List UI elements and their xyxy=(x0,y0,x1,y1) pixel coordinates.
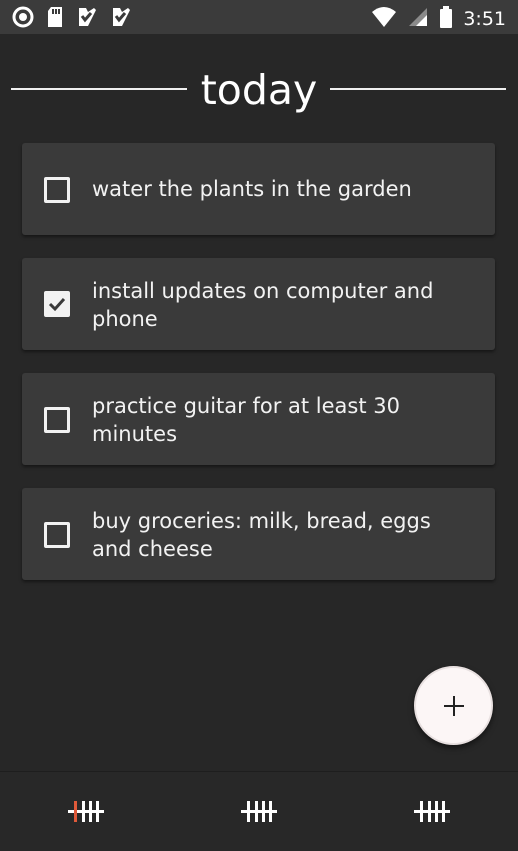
wifi-icon xyxy=(371,6,397,32)
task-text: buy groceries: milk, bread, eggs and che… xyxy=(92,509,431,561)
status-bar: 3:51 xyxy=(0,0,518,34)
bottom-nav xyxy=(0,771,518,851)
task-text: water the plants in the garden xyxy=(92,177,412,201)
task-checkbox[interactable] xyxy=(44,522,70,548)
header-divider-right xyxy=(330,88,506,90)
check-icon xyxy=(48,297,66,312)
task-checkbox[interactable] xyxy=(44,407,70,433)
task-text: practice guitar for at least 30 minutes xyxy=(92,394,400,446)
task-card[interactable]: water the plants in the garden xyxy=(22,143,495,235)
sd-card-icon xyxy=(46,6,64,32)
add-task-button[interactable] xyxy=(414,666,493,745)
circle-notification-icon xyxy=(12,6,34,32)
battery-icon xyxy=(439,6,453,32)
task-text: install updates on computer and phone xyxy=(92,279,434,331)
status-bar-time: 3:51 xyxy=(463,8,506,30)
task-card[interactable]: buy groceries: milk, bread, eggs and che… xyxy=(22,488,495,580)
tally-icon xyxy=(68,801,104,822)
app-check-icon xyxy=(110,6,132,32)
nav-item-2[interactable] xyxy=(239,794,279,830)
header: today xyxy=(0,60,518,120)
task-checkbox[interactable] xyxy=(44,177,70,203)
task-card[interactable]: practice guitar for at least 30 minutes xyxy=(22,373,495,465)
tally-icon xyxy=(414,801,450,822)
page-title: today xyxy=(200,66,318,114)
nav-item-3[interactable] xyxy=(412,794,452,830)
plus-icon xyxy=(444,696,464,716)
tally-icon xyxy=(241,801,277,822)
status-bar-left-icons xyxy=(12,6,132,32)
signal-icon xyxy=(407,6,429,32)
app-check-icon xyxy=(76,6,98,32)
nav-item-1[interactable] xyxy=(66,794,106,830)
task-card[interactable]: install updates on computer and phone xyxy=(22,258,495,350)
task-checkbox[interactable] xyxy=(44,291,70,317)
status-bar-right: 3:51 xyxy=(371,6,506,32)
